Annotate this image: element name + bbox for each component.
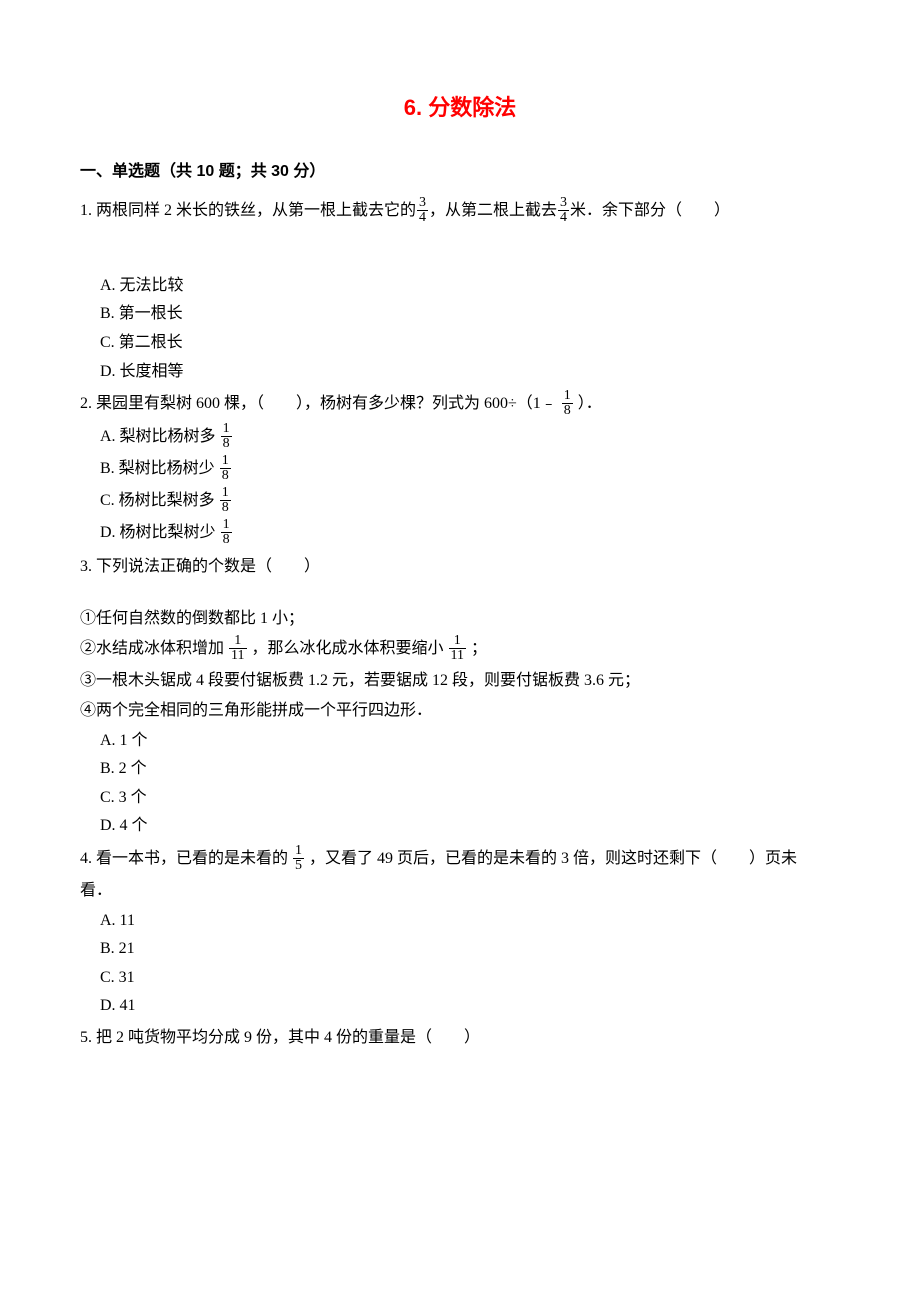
question-2: 2. 果园里有梨树 600 棵，（ ），杨树有多少棵？列式为 600÷（1﹣ 1… xyxy=(80,390,840,548)
q4-option-b: B. 21 xyxy=(100,936,840,962)
fraction-1-8: 18 xyxy=(562,389,573,418)
q3-statement-2: ②水结成冰体积增加 111 ，那么冰化成水体积要缩小 111 ； xyxy=(80,635,840,664)
q2-option-a: A. 梨树比杨树多 18 xyxy=(100,423,840,452)
q2-option-d: D. 杨树比梨树少 18 xyxy=(100,519,840,548)
q1-option-d: D. 长度相等 xyxy=(100,359,840,385)
question-1: 1. 两根同样 2 米长的铁丝，从第一根上截去它的34，从第二根上截去34米．余… xyxy=(80,197,840,384)
q4-stem-c: 看． xyxy=(80,878,840,904)
q1-option-a: A. 无法比较 xyxy=(100,273,840,299)
section-header: 一、单选题（共 10 题；共 30 分） xyxy=(80,159,840,185)
q2-stem-b: ）． xyxy=(574,395,602,412)
fraction-1-8: 18 xyxy=(220,486,231,515)
q3-option-d: D. 4 个 xyxy=(100,813,840,839)
fraction-1-8: 18 xyxy=(221,518,232,547)
q3-option-b: B. 2 个 xyxy=(100,756,840,782)
q1-stem-b: ，从第二根上截去 xyxy=(429,202,557,219)
fraction-1-11: 111 xyxy=(229,634,246,663)
q4-stem-a: 4. 看一本书，已看的是未看的 xyxy=(80,850,292,867)
q2-option-c: C. 杨树比梨树多 18 xyxy=(100,487,840,516)
q1-option-c: C. 第二根长 xyxy=(100,330,840,356)
q3-statement-1: ①任何自然数的倒数都比 1 小； xyxy=(80,606,840,632)
q4-option-a: A. 11 xyxy=(100,908,840,934)
q1-stem-a: 1. 两根同样 2 米长的铁丝，从第一根上截去它的 xyxy=(80,202,416,219)
question-5: 5. 把 2 吨货物平均分成 9 份，其中 4 份的重量是（ ） xyxy=(80,1025,840,1051)
q1-stem-c: 米．余下部分（ ） xyxy=(570,202,730,219)
fraction-1-11: 111 xyxy=(449,634,466,663)
q4-option-d: D. 41 xyxy=(100,993,840,1019)
question-3: 3. 下列说法正确的个数是（ ） ①任何自然数的倒数都比 1 小； ②水结成冰体… xyxy=(80,554,840,839)
fraction-1-5: 15 xyxy=(293,844,304,873)
q3-statement-4: ④两个完全相同的三角形能拼成一个平行四边形． xyxy=(80,698,840,724)
q2-stem-a: 2. 果园里有梨树 600 棵，（ ），杨树有多少棵？列式为 600÷（1﹣ xyxy=(80,395,561,412)
fraction-3-4: 34 xyxy=(558,196,569,225)
q3-option-a: A. 1 个 xyxy=(100,728,840,754)
q3-option-c: C. 3 个 xyxy=(100,785,840,811)
q2-option-b: B. 梨树比杨树少 18 xyxy=(100,455,840,484)
question-4: 4. 看一本书，已看的是未看的 15 ，又看了 49 页后，已看的是未看的 3 … xyxy=(80,845,840,1019)
fraction-3-4: 34 xyxy=(417,196,428,225)
q3-stem: 3. 下列说法正确的个数是（ ） xyxy=(80,554,840,580)
q5-stem: 5. 把 2 吨货物平均分成 9 份，其中 4 份的重量是（ ） xyxy=(80,1025,840,1051)
q4-option-c: C. 31 xyxy=(100,965,840,991)
q4-stem-b: ，又看了 49 页后，已看的是未看的 3 倍，则这时还剩下（ ）页未 xyxy=(305,850,797,867)
chapter-title: 6. 分数除法 xyxy=(80,90,840,125)
fraction-1-8: 18 xyxy=(220,454,231,483)
q1-option-b: B. 第一根长 xyxy=(100,301,840,327)
q3-statement-3: ③一根木头锯成 4 段要付锯板费 1.2 元，若要锯成 12 段，则要付锯板费 … xyxy=(80,668,840,694)
fraction-1-8: 18 xyxy=(221,422,232,451)
